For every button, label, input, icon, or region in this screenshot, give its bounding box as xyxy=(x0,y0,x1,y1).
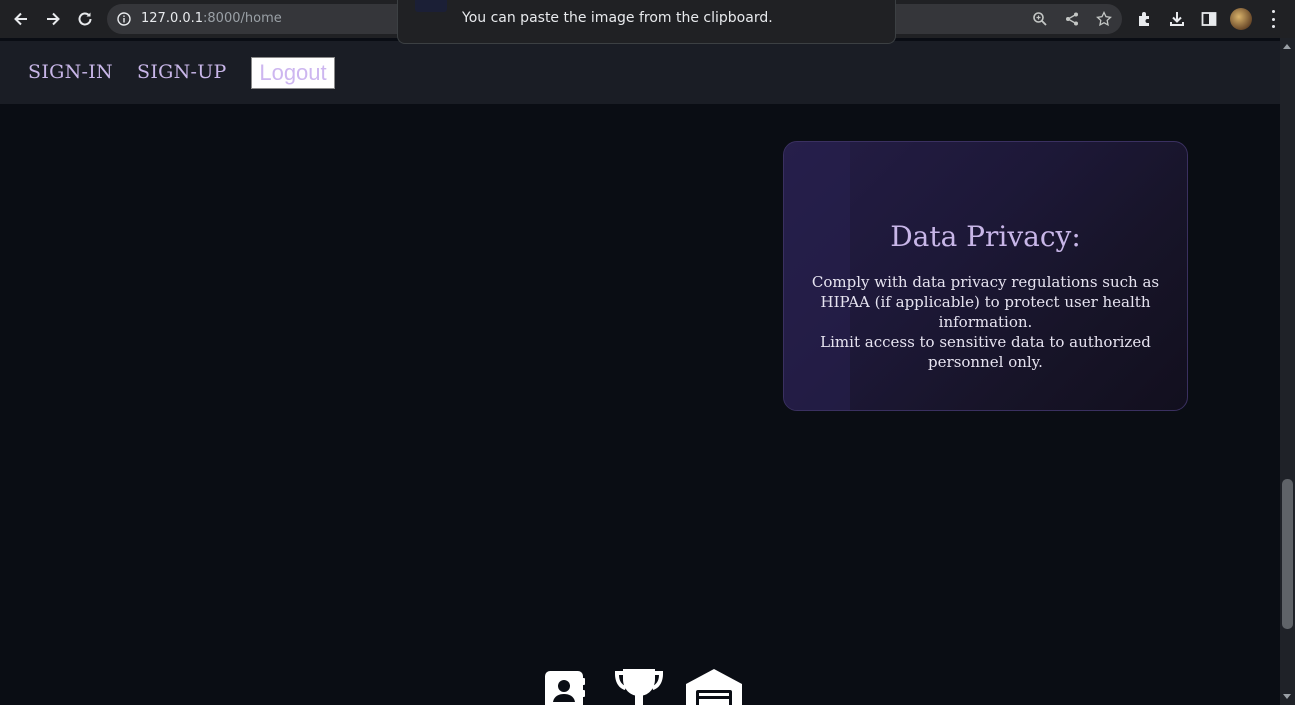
sign-in-link[interactable]: SIGN-IN xyxy=(28,61,113,83)
reload-icon[interactable] xyxy=(75,9,95,29)
browser-menu-icon[interactable] xyxy=(1268,10,1278,28)
card-body: Comply with data privacy regulations suc… xyxy=(784,272,1187,372)
clipboard-image-thumbnail xyxy=(415,0,447,12)
card-icon[interactable] xyxy=(685,668,743,705)
card-line-2: Limit access to sensitive data to author… xyxy=(820,333,1151,371)
zoom-icon[interactable] xyxy=(1032,11,1048,27)
data-privacy-card: Data Privacy: Comply with data privacy r… xyxy=(783,141,1188,411)
back-icon[interactable] xyxy=(11,9,31,29)
trophy-icon[interactable] xyxy=(613,668,665,705)
site-navbar: SIGN-IN SIGN-UP Logout xyxy=(0,41,1280,104)
url-text: 127.0.0.1:8000/home xyxy=(141,11,282,26)
page-scrollbar[interactable] xyxy=(1280,38,1295,705)
forward-icon[interactable] xyxy=(43,9,63,29)
main-content: Data Privacy: Comply with data privacy r… xyxy=(0,104,1280,705)
bookmark-star-icon[interactable] xyxy=(1096,11,1112,27)
profile-avatar[interactable] xyxy=(1230,8,1252,30)
scroll-down-icon[interactable] xyxy=(1283,694,1291,699)
extensions-icon[interactable] xyxy=(1136,10,1154,28)
sign-up-link[interactable]: SIGN-UP xyxy=(137,61,227,83)
share-icon[interactable] xyxy=(1064,11,1080,27)
logout-button[interactable]: Logout xyxy=(251,57,335,89)
side-panel-icon[interactable] xyxy=(1200,10,1218,28)
download-icon[interactable] xyxy=(1168,10,1186,28)
site-info-icon[interactable] xyxy=(117,12,131,26)
scroll-up-icon[interactable] xyxy=(1283,44,1291,49)
card-title: Data Privacy: xyxy=(890,220,1081,253)
clipboard-paste-popup: You can paste the image from the clipboa… xyxy=(397,0,896,44)
scrollbar-thumb[interactable] xyxy=(1282,479,1293,629)
card-line-1: Comply with data privacy regulations suc… xyxy=(811,273,1160,331)
clipboard-message: You can paste the image from the clipboa… xyxy=(462,10,773,26)
contact-book-icon[interactable] xyxy=(545,668,585,705)
